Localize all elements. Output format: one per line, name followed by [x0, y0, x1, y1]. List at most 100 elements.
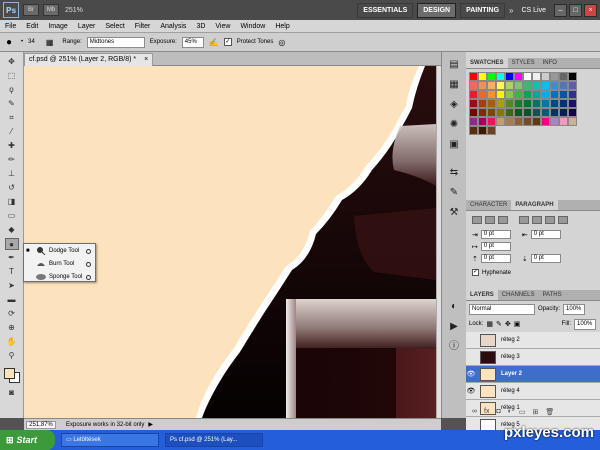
delete-layer-icon[interactable]: 🗑 [545, 408, 554, 418]
status-menu-icon[interactable]: ▶ [148, 421, 153, 428]
flyout-burn-tool[interactable]: Burn Tool [24, 258, 95, 270]
indent-right-field[interactable]: 0 pt [530, 230, 561, 239]
swatch[interactable] [568, 72, 577, 81]
exposure-field[interactable]: 45% [181, 36, 204, 48]
swatch[interactable] [523, 81, 532, 90]
history-panel-icon[interactable]: ◐ [447, 300, 461, 314]
layer-style-icon[interactable]: fx [484, 408, 489, 418]
quick-mask-icon[interactable]: ◙ [5, 387, 19, 399]
swatch[interactable] [478, 117, 487, 126]
lasso-tool-icon[interactable]: ϙ [5, 84, 19, 96]
swatch[interactable] [514, 81, 523, 90]
layer-name[interactable]: réteg 4 [501, 388, 520, 394]
swatch[interactable] [496, 108, 505, 117]
adjustments-panel-icon[interactable]: ✺ [447, 118, 461, 132]
swatch[interactable] [487, 99, 496, 108]
swatch[interactable] [550, 72, 559, 81]
shape-tool-icon[interactable]: ▬ [5, 294, 19, 306]
justify-left-icon[interactable] [519, 216, 529, 224]
swatch[interactable] [469, 117, 478, 126]
brush-tool-icon[interactable]: ✏ [5, 154, 19, 166]
hyphenate-checkbox[interactable]: ✓ [472, 269, 479, 276]
hand-tool-icon[interactable]: ✋ [5, 336, 19, 348]
tab-info[interactable]: INFO [539, 58, 561, 68]
swatch[interactable] [541, 81, 550, 90]
adjustment-layer-icon[interactable]: ◐ [508, 408, 512, 418]
styles-panel-icon[interactable]: ◈ [447, 98, 461, 112]
tab-styles[interactable]: STYLES [508, 58, 539, 68]
tab-swatches[interactable]: SWATCHES [466, 58, 508, 68]
swatch[interactable] [568, 117, 577, 126]
swatch[interactable] [496, 72, 505, 81]
swatch[interactable] [487, 108, 496, 117]
lock-image-icon[interactable]: ✎ [496, 320, 502, 328]
mini-bridge-button[interactable]: Mb [43, 4, 59, 16]
move-tool-icon[interactable]: ✥ [5, 56, 19, 68]
menu-select[interactable]: Select [100, 23, 129, 30]
swatch[interactable] [469, 99, 478, 108]
swatch[interactable] [478, 72, 487, 81]
swatch[interactable] [568, 81, 577, 90]
swatch[interactable] [514, 117, 523, 126]
justify-center-icon[interactable] [532, 216, 542, 224]
tab-paths[interactable]: PATHS [538, 290, 565, 300]
swatch[interactable] [568, 108, 577, 117]
swatch[interactable] [559, 72, 568, 81]
add-mask-icon[interactable]: ◘ [496, 408, 500, 418]
swatch[interactable] [550, 81, 559, 90]
type-tool-icon[interactable]: T [5, 266, 19, 278]
workspace-essentials[interactable]: ESSENTIALS [357, 2, 414, 18]
swatch[interactable] [559, 81, 568, 90]
tab-channels[interactable]: CHANNELS [498, 290, 539, 300]
space-after-field[interactable]: 0 pt [530, 254, 561, 263]
tab-paragraph[interactable]: PARAGRAPH [511, 200, 558, 210]
layer-row[interactable]: 👁 réteg 4 [466, 383, 600, 400]
swatch[interactable] [505, 108, 514, 117]
healing-tool-icon[interactable]: ✚ [5, 140, 19, 152]
menu-view[interactable]: View [210, 23, 235, 30]
path-select-tool-icon[interactable]: ➤ [5, 280, 19, 292]
document-tab[interactable]: cf.psd @ 251% (Layer 2, RGB/8) * × [24, 53, 154, 66]
marquee-tool-icon[interactable]: ⬚ [5, 70, 19, 82]
swatch[interactable] [532, 117, 541, 126]
swatch[interactable] [469, 72, 478, 81]
swatch[interactable] [523, 90, 532, 99]
swatch[interactable] [496, 117, 505, 126]
eyedropper-tool-icon[interactable]: ⁄ [5, 126, 19, 138]
workspace-painting[interactable]: PAINTING [460, 2, 506, 18]
clone-stamp-tool-icon[interactable]: ⊥ [5, 168, 19, 180]
taskbar-item-folder[interactable]: ▭ Letöltések [61, 433, 159, 447]
protect-tones-checkbox[interactable]: ✓ [223, 38, 232, 46]
align-right-icon[interactable] [498, 216, 508, 224]
swatch[interactable] [487, 72, 496, 81]
swatch[interactable] [550, 117, 559, 126]
swatch[interactable] [523, 117, 532, 126]
dodge-tool-preset-icon[interactable]: ● [6, 37, 12, 48]
taskbar-item-photoshop[interactable]: Ps cf.psd @ 251% (Lay... [165, 433, 263, 447]
swatch[interactable] [559, 108, 568, 117]
swatch[interactable] [487, 81, 496, 90]
visibility-eye-icon[interactable]: 👁 [466, 387, 476, 395]
actions-panel-icon[interactable]: ▶ [447, 320, 461, 334]
swatch[interactable] [487, 117, 496, 126]
zoom-level[interactable]: 251% [65, 7, 83, 14]
close-tab-icon[interactable]: × [144, 56, 148, 63]
new-layer-icon[interactable]: ⊞ [533, 408, 539, 418]
justify-all-icon[interactable] [558, 216, 568, 224]
swatch[interactable] [505, 117, 514, 126]
visibility-eye-icon[interactable]: 👁 [466, 370, 476, 378]
status-zoom[interactable]: 251,87% [26, 420, 56, 429]
tab-character[interactable]: CHARACTER [466, 200, 511, 210]
swatch[interactable] [478, 99, 487, 108]
lock-position-icon[interactable]: ✥ [505, 320, 511, 328]
swatch[interactable] [514, 99, 523, 108]
swatch[interactable] [523, 108, 532, 117]
swatch[interactable] [550, 90, 559, 99]
brush-preset-icon[interactable]: • [21, 39, 23, 45]
swatch[interactable] [514, 72, 523, 81]
swatch[interactable] [469, 81, 478, 90]
swatch[interactable] [541, 90, 550, 99]
pressure-icon[interactable]: ◎ [278, 38, 285, 47]
blend-mode-select[interactable]: Normal [469, 303, 535, 315]
gradient-tool-icon[interactable]: ▭ [5, 210, 19, 222]
